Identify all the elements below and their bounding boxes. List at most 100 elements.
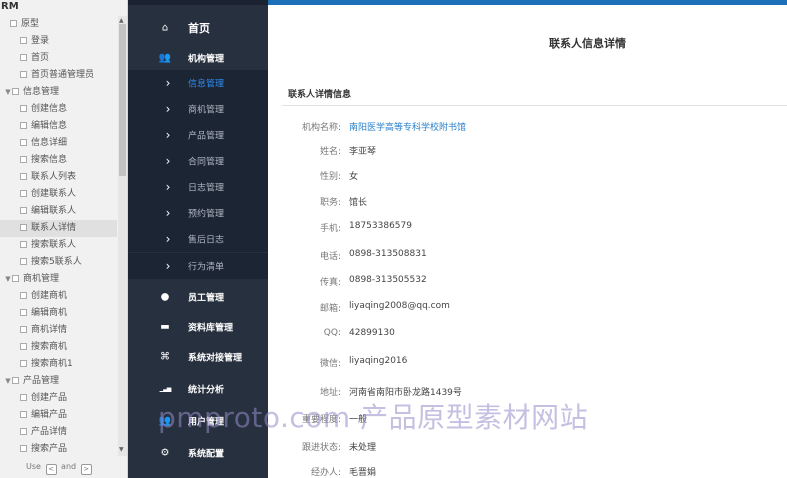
nav-item-label: 机构管理: [188, 54, 225, 65]
chevron-right-icon: ›: [165, 128, 171, 142]
detail-label: 性别:: [319, 172, 341, 182]
nav-item[interactable]: › 信息管理: [128, 70, 268, 96]
page-icon: [20, 411, 27, 418]
watermark: pmproto.com 产品原型素材网站: [158, 401, 589, 434]
page-icon: [20, 326, 27, 333]
page-icon: [20, 122, 27, 129]
tree-item[interactable]: 信息详细: [0, 135, 117, 152]
tree-item[interactable]: 创建信息: [0, 101, 117, 118]
detail-value: 未处理: [349, 443, 377, 453]
nav-item-label: 行为清单: [188, 262, 225, 273]
tree-item[interactable]: 首页普通管理员: [0, 67, 117, 84]
tree-item[interactable]: 创建联系人: [0, 186, 117, 203]
scroll-up-icon[interactable]: ▲: [119, 17, 124, 24]
tree-item-label: 信息详细: [31, 138, 68, 148]
page-icon: [20, 309, 27, 316]
chevron-right-icon: ›: [165, 206, 171, 220]
detail-value: 0898-313508831: [349, 249, 427, 259]
tree-item-label: 商机详情: [31, 325, 68, 335]
nav-item[interactable]: ⌘ 系统对接管理: [128, 343, 268, 371]
chevron-right-icon: ›: [165, 154, 171, 168]
page-icon: [20, 207, 27, 214]
tree-item[interactable]: ▼ 信息管理: [0, 84, 117, 101]
detail-row: 手机: 18753386579: [268, 221, 787, 239]
page-icon: [20, 105, 27, 112]
next-key-icon[interactable]: >: [80, 464, 92, 475]
detail-value: 18753386579: [349, 221, 412, 231]
tree-item[interactable]: 创建产品: [0, 390, 117, 407]
detail-row: 邮箱: liyaqing2008@qq.com: [268, 301, 787, 319]
page-icon: [20, 292, 27, 299]
tree-title: RM: [1, 1, 19, 12]
tree-item-label: 产品详情: [31, 427, 68, 437]
tree-item[interactable]: 搜索商机1: [0, 356, 117, 373]
page-icon: [20, 428, 27, 435]
prev-key-icon[interactable]: <: [45, 464, 57, 475]
tree-item[interactable]: 商机详情: [0, 322, 117, 339]
detail-label: 邮箱:: [319, 304, 341, 314]
detail-value: 李亚琴: [349, 147, 377, 157]
page-icon: [20, 37, 27, 44]
nav-item[interactable]: › 产品管理: [128, 122, 268, 148]
page-icon: [12, 88, 19, 95]
page-icon: [20, 190, 27, 197]
nav-item-label: 预约管理: [188, 209, 225, 220]
tree-scroll-thumb[interactable]: [119, 24, 126, 176]
expand-toggle-icon[interactable]: ▼: [4, 373, 12, 390]
organization-link[interactable]: 南阳医学高等专科学校附书馆: [349, 120, 466, 133]
nav-item[interactable]: › 商机管理: [128, 96, 268, 122]
tree-item[interactable]: 编辑产品: [0, 407, 117, 424]
page-icon: [20, 156, 27, 163]
tree-item[interactable]: 搜索商机: [0, 339, 117, 356]
folder-icon: ▬: [160, 321, 170, 333]
tree-item[interactable]: ▼ 产品管理: [0, 373, 117, 390]
nav-item[interactable]: › 行为清单: [128, 253, 268, 279]
nav-item[interactable]: › 日志管理: [128, 174, 268, 200]
tree-item-label: 原型: [21, 19, 40, 29]
nav-item-label: 合同管理: [188, 157, 225, 168]
tree-item-label: 搜索产品: [31, 444, 68, 454]
nav-item-label: 系统对接管理: [188, 353, 243, 364]
expand-toggle-icon[interactable]: ▼: [4, 271, 12, 288]
nav-item[interactable]: ● 员工管理: [128, 283, 268, 311]
tree-item[interactable]: 创建商机: [0, 288, 117, 305]
expand-toggle-icon[interactable]: ▼: [4, 84, 12, 101]
nav-item[interactable]: 👥 机构管理: [128, 44, 268, 72]
nav-item-label: 信息管理: [188, 79, 225, 90]
detail-value: liyaqing2008@qq.com: [349, 301, 450, 311]
nav-item[interactable]: › 预约管理: [128, 200, 268, 226]
scroll-down-icon[interactable]: ▼: [119, 446, 124, 453]
chevron-right-icon: ›: [165, 102, 171, 116]
nav-item-label: 系统配置: [188, 449, 225, 460]
tree-item[interactable]: 联系人详情: [0, 220, 117, 237]
nav-item-label: 统计分析: [188, 385, 225, 396]
tree-item[interactable]: 搜索联系人: [0, 237, 117, 254]
detail-value: 女: [349, 172, 359, 182]
page-icon: [20, 258, 27, 265]
tree-item[interactable]: 编辑联系人: [0, 203, 117, 220]
nav-home[interactable]: ⌂ 首页: [128, 12, 268, 44]
nav-item-label: 日志管理: [188, 183, 225, 194]
tree-item[interactable]: ▼ 商机管理: [0, 271, 117, 288]
page-icon: [12, 377, 19, 384]
tree-item[interactable]: 登录: [0, 33, 117, 50]
nav-item[interactable]: › 合同管理: [128, 148, 268, 174]
tree-item[interactable]: 编辑信息: [0, 118, 117, 135]
tree-item[interactable]: 编辑商机: [0, 305, 117, 322]
nav-item-label: 资料库管理: [188, 323, 234, 334]
tree-item[interactable]: 联系人列表: [0, 169, 117, 186]
page-icon: [20, 71, 27, 78]
page-icon: [10, 20, 17, 27]
tree-item-label: 搜索信息: [31, 155, 68, 165]
nav-item[interactable]: › 售后日志: [128, 226, 268, 252]
page-tree-panel: RM 原型登录 首页 首页普通管理员 ▼ 信息管理 创建信息 编辑信息信息详细搜索信息联系人…: [0, 0, 128, 478]
nav-item[interactable]: ▬ 资料库管理: [128, 313, 268, 341]
tree-scrollbar[interactable]: ▲ ▼: [118, 16, 127, 456]
nav-item[interactable]: ⚙ 系统配置: [128, 439, 268, 467]
tree-item[interactable]: 原型: [0, 16, 117, 33]
detail-label: 微信:: [319, 359, 341, 369]
tree-item[interactable]: 首页: [0, 50, 117, 67]
tree-item[interactable]: 产品详情: [0, 424, 117, 441]
tree-item[interactable]: 搜索信息: [0, 152, 117, 169]
tree-item[interactable]: 搜索5联系人: [0, 254, 117, 271]
